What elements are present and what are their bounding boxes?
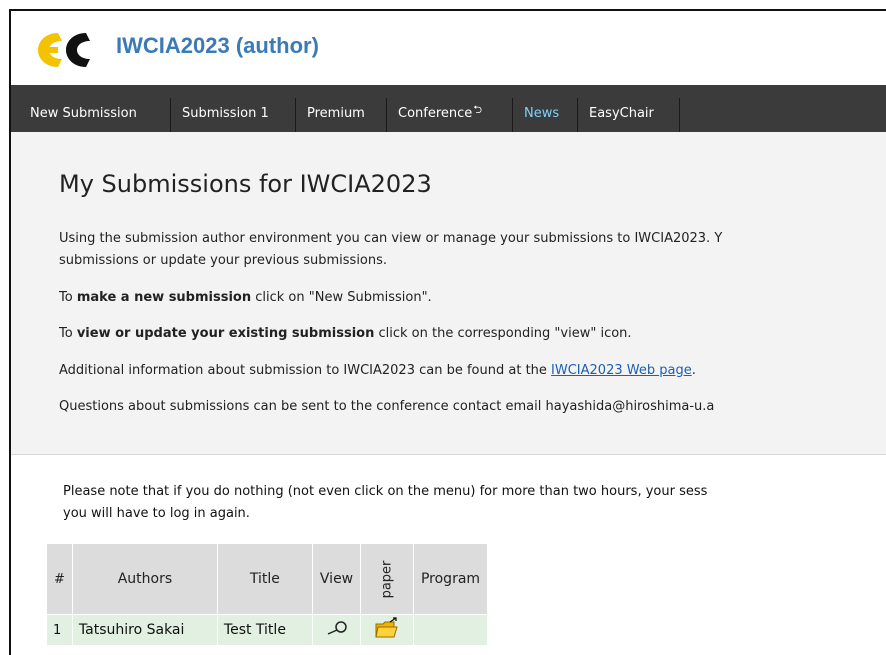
table-header-row: # Authors Title View paper Program [46,543,489,615]
intro-line-2: submissions or update your previous subm… [59,253,388,268]
menu-label: Premium [307,106,365,121]
paper-cell [360,614,414,646]
easychair-logo [38,33,90,67]
view-cell [311,614,362,646]
app-title: IWCIA2023 (author) [116,33,319,58]
header: IWCIA2023 (author) [11,11,886,85]
app-frame: IWCIA2023 (author) New Submission Submis… [9,9,886,655]
col-title: Title [216,543,313,615]
row-number: 1 [46,614,73,646]
col-authors: Authors [71,543,218,615]
note-line-2: you will have to log in again. [63,506,250,521]
hint-text: click on the corresponding "view" icon. [374,326,632,341]
paper-header-label: paper [379,560,395,599]
additional-info: Additional information about submission … [59,360,696,382]
page-title: My Submissions for IWCIA2023 [59,170,432,198]
questions-text: Questions about submissions can be sent … [59,399,715,414]
row-title: Test Title [216,614,313,646]
col-view: View [311,543,362,615]
menu-conference[interactable]: Conference⮌ [389,98,513,132]
col-paper: paper [360,543,414,615]
menu-new-submission[interactable]: New Submission [21,98,171,132]
info-text: . [691,363,696,378]
menu-label: Conference [398,106,473,121]
col-program: Program [412,543,489,615]
hint-text: To [59,290,77,305]
menu-label: New Submission [30,106,137,121]
note-line-1: Please note that if you do nothing (not … [63,484,708,499]
row-program [412,614,489,646]
hint-text: To [59,326,77,341]
menu-label: Submission 1 [182,106,269,121]
session-note: Please note that if you do nothing (not … [63,481,707,525]
menu-submission-1[interactable]: Submission 1 [173,98,296,132]
submissions-table: # Authors Title View paper Program 1 Tat… [46,543,489,646]
conference-web-page-link[interactable]: IWCIA2023 Web page [551,363,692,378]
intro-panel: My Submissions for IWCIA2023 Using the s… [11,132,886,455]
table-row: 1 Tatsuhiro Sakai Test Title [46,614,489,646]
menu-label: News [524,106,560,121]
menu-bar: New Submission Submission 1 Premium Conf… [11,85,886,132]
menu-label: EasyChair [589,106,654,121]
menu-news[interactable]: News [515,98,578,132]
intro-line-1: Using the submission author environment … [59,231,723,246]
external-link-icon: ⮌ [473,103,483,116]
col-number: # [46,543,73,615]
magnifier-icon[interactable] [324,620,350,636]
menu-easychair[interactable]: EasyChair [580,98,680,132]
hint-bold: make a new submission [76,290,252,305]
new-submission-hint: To make a new submission click on "New S… [59,287,432,309]
folder-arrow-icon[interactable] [375,617,399,639]
hint-bold: view or update your existing submission [76,326,375,341]
row-authors: Tatsuhiro Sakai [71,614,218,646]
menu-premium[interactable]: Premium [298,98,387,132]
hint-text: click on "New Submission". [251,290,432,305]
info-text: Additional information about submission … [59,363,552,378]
view-submission-hint: To view or update your existing submissi… [59,323,632,345]
